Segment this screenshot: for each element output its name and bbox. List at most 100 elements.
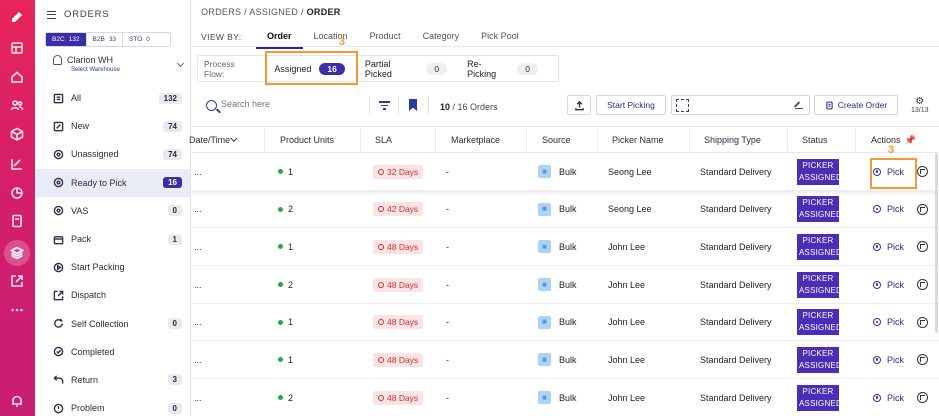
sidebar-item-vas[interactable]: VAS 0 bbox=[35, 197, 191, 225]
column-header-sla[interactable]: SLA bbox=[361, 127, 436, 153]
notification-bell-icon[interactable] bbox=[8, 392, 26, 410]
pick-button[interactable]: Pick bbox=[873, 355, 904, 365]
cell-sla: 32 Days bbox=[363, 153, 424, 190]
sidebar-item-count: 132 bbox=[158, 92, 182, 104]
bookmark-icon[interactable] bbox=[409, 99, 417, 111]
upload-button[interactable] bbox=[567, 95, 591, 115]
table-row[interactable]: ... 1 48 Days - ▦ Bulk John Lee Standard … bbox=[191, 341, 939, 380]
external-link-icon[interactable] bbox=[8, 272, 26, 290]
scan-input[interactable] bbox=[671, 95, 810, 115]
pick-button[interactable]: Pick bbox=[873, 280, 904, 290]
segment-b2c[interactable]: B2C 132 bbox=[46, 33, 87, 46]
box-icon[interactable] bbox=[8, 125, 26, 143]
pick-label: Pick bbox=[887, 279, 905, 290]
start-picking-button[interactable]: Start Picking bbox=[596, 95, 666, 115]
breadcrumb-assigned[interactable]: ASSIGNED bbox=[249, 7, 298, 17]
app-logo-icon[interactable] bbox=[8, 8, 26, 26]
sidebar-item-return[interactable]: Return 3 bbox=[35, 366, 191, 394]
sidebar-item-label: VAS bbox=[71, 205, 89, 216]
sidebar-item-unassigned[interactable]: Unassigned 74 bbox=[35, 140, 191, 168]
reassign-icon[interactable] bbox=[917, 392, 928, 404]
breadcrumb-orders[interactable]: ORDERS bbox=[201, 7, 241, 17]
pick-button[interactable]: Pick bbox=[873, 204, 904, 214]
segment-sto[interactable]: STO 0 bbox=[123, 33, 170, 46]
reassign-icon[interactable] bbox=[917, 241, 928, 253]
column-header-picker-name[interactable]: Picker Name bbox=[598, 127, 690, 153]
warehouse-selector[interactable]: Clarion WH Select Warehouse bbox=[53, 55, 185, 73]
table-scrollbar[interactable] bbox=[935, 153, 938, 333]
users-icon[interactable] bbox=[8, 96, 26, 114]
pencil-icon[interactable] bbox=[795, 101, 803, 109]
table-row[interactable]: ... 2 42 Days - ▦ Bulk Seong Lee Standard… bbox=[191, 191, 939, 229]
column-header-source[interactable]: Source bbox=[527, 127, 598, 153]
cell-product-units: 2 bbox=[268, 379, 293, 416]
search-input[interactable] bbox=[221, 99, 361, 109]
column-header-product-units[interactable]: Product Units bbox=[265, 127, 361, 153]
sidebar-item-all[interactable]: All 132 bbox=[35, 84, 191, 112]
reassign-icon[interactable] bbox=[917, 203, 928, 215]
pin-icon[interactable]: 📌 bbox=[905, 135, 916, 146]
menu-icon[interactable] bbox=[47, 10, 56, 19]
more-dots-icon[interactable] bbox=[8, 301, 26, 319]
source-value: Bulk bbox=[559, 317, 577, 328]
table-row[interactable]: ... 1 48 Days - ▦ Bulk John Lee Standard … bbox=[191, 304, 939, 342]
sidebar-item-dispatch[interactable]: Dispatch bbox=[35, 281, 191, 309]
units-value: 2 bbox=[288, 204, 294, 215]
table-row[interactable]: ... 1 48 Days - ▦ Bulk John Lee Standard … bbox=[191, 228, 939, 267]
pick-button[interactable]: Pick bbox=[873, 317, 904, 327]
sidebar-item-new[interactable]: New 74 bbox=[35, 112, 191, 140]
sidebar-item-pack[interactable]: Pack 1 bbox=[35, 225, 191, 253]
sidebar-item-count: 0 bbox=[167, 205, 182, 217]
cell-picker-name: John Lee bbox=[608, 241, 646, 252]
column-header-marketplace[interactable]: Marketplace bbox=[436, 127, 527, 153]
dashboard-icon[interactable] bbox=[8, 39, 26, 57]
segment-b2b[interactable]: B2B 33 bbox=[87, 33, 124, 46]
sidebar-item-problem[interactable]: Problem 0 bbox=[35, 394, 191, 416]
column-settings[interactable]: ⚙ 13/13 bbox=[911, 96, 929, 115]
sidebar-item-count: 16 bbox=[163, 177, 182, 189]
cell-source: ▦ Bulk bbox=[528, 228, 577, 265]
filter-icon[interactable] bbox=[379, 101, 390, 110]
column-header-status[interactable]: Status bbox=[788, 127, 856, 153]
sidebar-item-ready-to-pick[interactable]: Ready to Pick 16 bbox=[35, 168, 191, 197]
column-header-actions[interactable]: Actions 📌 bbox=[856, 127, 939, 153]
status-badge: PICKER ASSIGNED bbox=[797, 309, 842, 336]
cell-status: PICKER ASSIGNED bbox=[788, 379, 842, 416]
create-order-button[interactable]: Create Order bbox=[814, 95, 898, 115]
source-value: Bulk bbox=[559, 241, 577, 252]
home-icon[interactable] bbox=[8, 68, 26, 86]
process-step-re-picking[interactable]: Re-Picking 0 bbox=[467, 59, 538, 79]
checkout-icon[interactable] bbox=[8, 155, 26, 173]
table-row[interactable]: ... 2 48 Days - ▦ Bulk John Lee Standard … bbox=[191, 379, 939, 416]
process-step-partial-picked[interactable]: Partial Picked 0 bbox=[365, 59, 448, 79]
analytics-icon[interactable] bbox=[8, 184, 26, 202]
cell-actions: Pick bbox=[863, 228, 904, 265]
clock-icon bbox=[378, 243, 384, 250]
layers-icon[interactable] bbox=[4, 240, 30, 266]
reassign-icon[interactable] bbox=[917, 279, 928, 291]
table-row[interactable]: ... 1 32 Days - ▦ Bulk Seong Lee Standard… bbox=[191, 153, 939, 191]
reassign-icon[interactable] bbox=[917, 316, 928, 328]
pick-label: Pick bbox=[887, 354, 905, 365]
cell-marketplace: - bbox=[446, 241, 449, 252]
column-header-date[interactable]: Date/Time bbox=[187, 127, 265, 153]
sla-badge: 48 Days bbox=[373, 277, 424, 292]
pick-button[interactable]: Pick bbox=[873, 242, 904, 252]
cell-sla: 48 Days bbox=[363, 379, 424, 416]
table-row[interactable]: ... 2 48 Days - ▦ Bulk John Lee Standard … bbox=[191, 266, 939, 304]
sidebar-item-completed[interactable]: Completed bbox=[35, 338, 191, 366]
sidebar-item-start-packing[interactable]: Start Packing bbox=[35, 253, 191, 281]
cell-product-units: 2 bbox=[268, 191, 293, 228]
cell-status: PICKER ASSIGNED bbox=[788, 228, 842, 265]
segment-label: STO bbox=[129, 36, 143, 43]
reassign-icon[interactable] bbox=[917, 166, 928, 177]
orders-count-total: / 16 Orders bbox=[452, 102, 498, 112]
reassign-icon[interactable] bbox=[917, 354, 928, 366]
gear-icon: ⚙ bbox=[915, 96, 925, 107]
cell-source: ▦ Bulk bbox=[528, 266, 577, 303]
pick-button[interactable]: Pick bbox=[873, 393, 904, 403]
document-icon[interactable] bbox=[8, 212, 26, 230]
column-header-shipping-type[interactable]: Shipping Type bbox=[690, 127, 788, 153]
segment-count: 33 bbox=[108, 36, 117, 43]
sidebar-item-self-collection[interactable]: Self Collection 0 bbox=[35, 310, 191, 338]
